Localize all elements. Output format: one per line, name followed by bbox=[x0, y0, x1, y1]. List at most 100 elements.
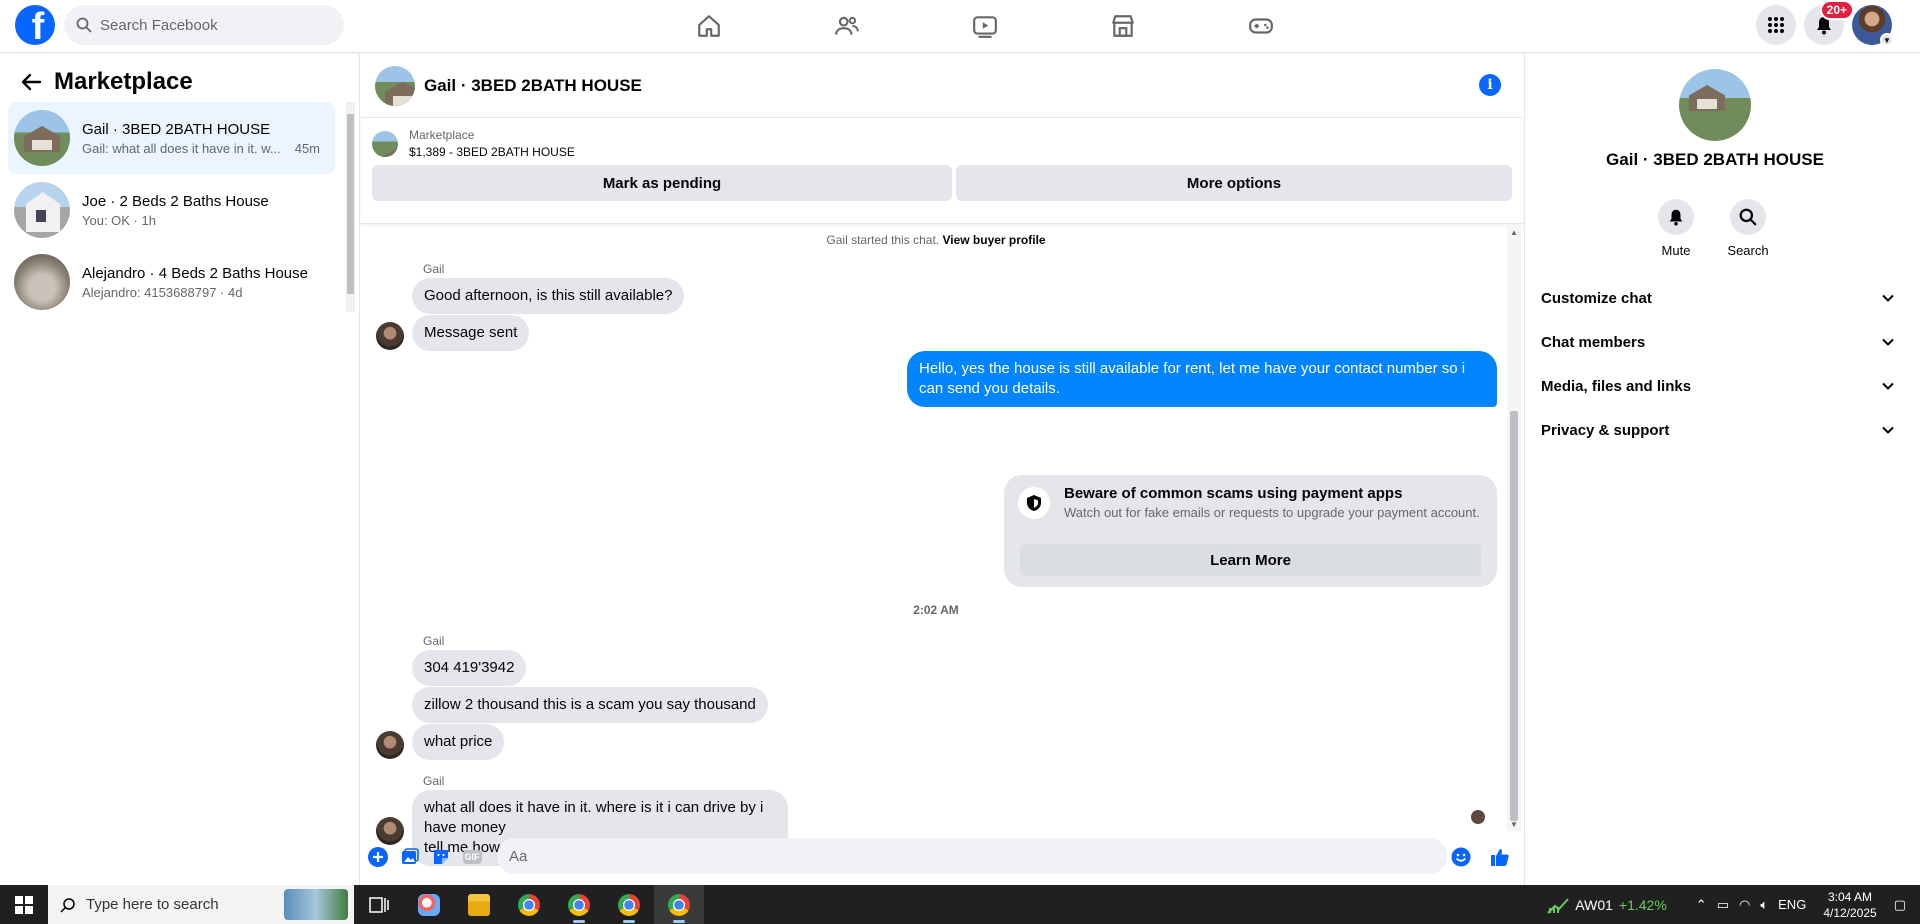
conversation-details-panel: Gail · 3BED 2BATH HOUSE Mute Search Cust… bbox=[1524, 54, 1920, 885]
taskbar-app-chrome-profile-1[interactable] bbox=[554, 885, 604, 924]
chat-members-item[interactable]: Chat members bbox=[1533, 320, 1903, 364]
incoming-message[interactable]: Good afternoon, is this still available? bbox=[412, 278, 685, 314]
message-input-box[interactable] bbox=[497, 838, 1447, 874]
task-view-button[interactable] bbox=[354, 885, 404, 924]
media-files-links-item[interactable]: Media, files and links bbox=[1533, 364, 1903, 408]
search-input[interactable] bbox=[100, 16, 320, 34]
gaming-icon bbox=[1249, 18, 1273, 34]
back-arrow-icon[interactable] bbox=[20, 71, 42, 93]
conversation-name: Joe · 2 Beds 2 Baths House bbox=[82, 192, 269, 210]
conversation-item[interactable]: Gail · 3BED 2BATH HOUSE Gail: what all d… bbox=[8, 102, 335, 174]
mute-button[interactable]: Mute bbox=[1658, 199, 1694, 258]
chat-header: Gail · 3BED 2BATH HOUSE i bbox=[361, 54, 1523, 118]
like-icon[interactable] bbox=[1490, 847, 1510, 867]
clock[interactable]: 3:04 AM 4/12/2025 bbox=[1823, 889, 1876, 921]
marketplace-tab[interactable] bbox=[1054, 0, 1192, 52]
volume-icon[interactable]: 🔈︎ bbox=[1760, 897, 1768, 913]
sender-avatar[interactable] bbox=[376, 322, 404, 350]
marketplace-listing-card: Marketplace $1,389 - 3BED 2BATH HOUSE Ma… bbox=[361, 118, 1523, 224]
privacy-support-item[interactable]: Privacy & support bbox=[1533, 408, 1903, 452]
friends-tab[interactable] bbox=[778, 0, 916, 52]
incoming-message[interactable]: zillow 2 thousand this is a scam you say… bbox=[412, 687, 768, 723]
facebook-search[interactable] bbox=[64, 5, 344, 45]
incoming-message[interactable]: what price bbox=[412, 724, 505, 760]
conversation-item[interactable]: Joe · 2 Beds 2 Baths House You: OK · 1h bbox=[8, 174, 335, 246]
shield-icon bbox=[1018, 487, 1050, 519]
chrome-profile-icon bbox=[568, 893, 590, 916]
notification-center-icon[interactable]: ▢ bbox=[1894, 897, 1906, 913]
marketplace-label: Marketplace bbox=[409, 128, 475, 142]
taskbar-app-chrome[interactable] bbox=[504, 885, 554, 924]
message-composer: GIF bbox=[361, 830, 1523, 882]
paint-app-icon bbox=[418, 893, 440, 916]
mark-as-pending-button[interactable]: Mark as pending bbox=[372, 165, 952, 201]
meet-now-icon[interactable]: ▭ bbox=[1717, 897, 1729, 913]
start-button[interactable] bbox=[0, 885, 48, 924]
menu-button[interactable] bbox=[1756, 5, 1796, 45]
grid-menu-icon bbox=[1768, 17, 1784, 33]
scam-warning-title: Beware of common scams using payment app… bbox=[1064, 485, 1403, 502]
gif-icon[interactable]: GIF bbox=[462, 847, 482, 867]
info-icon[interactable]: i bbox=[1479, 74, 1501, 96]
chevron-down-icon bbox=[1882, 294, 1894, 302]
video-tab[interactable] bbox=[916, 0, 1054, 52]
taskbar-app-chrome-profile-3[interactable] bbox=[654, 885, 704, 924]
read-receipt-avatar bbox=[1471, 810, 1485, 824]
taskbar-app-file-explorer[interactable] bbox=[454, 885, 504, 924]
chat-avatar[interactable] bbox=[375, 65, 415, 106]
task-view-icon bbox=[369, 896, 389, 913]
conversation-preview: Gail: what all does it have in it. w... 4… bbox=[82, 140, 321, 156]
marketplace-icon bbox=[1112, 15, 1134, 37]
wifi-icon[interactable]: ◠ bbox=[1739, 897, 1750, 913]
sender-name: Gail bbox=[423, 634, 445, 648]
outgoing-message[interactable]: Hello, yes the house is still available … bbox=[907, 351, 1497, 407]
chat-scrollbar[interactable]: ▲ ▼ bbox=[1507, 226, 1521, 831]
chat-title[interactable]: Gail · 3BED 2BATH HOUSE bbox=[424, 76, 642, 96]
taskbar-app-chrome-profile-2[interactable] bbox=[604, 885, 654, 924]
stock-widget[interactable]: AW01 +1.42% bbox=[1547, 896, 1667, 914]
profile-avatar[interactable]: ▼ bbox=[1852, 5, 1894, 47]
chevron-down-icon bbox=[1882, 338, 1894, 346]
chevron-down-icon bbox=[1882, 426, 1894, 434]
home-tab[interactable] bbox=[640, 0, 778, 52]
sticker-icon[interactable] bbox=[431, 847, 451, 867]
view-buyer-profile-link[interactable]: View buyer profile bbox=[942, 233, 1045, 247]
emoji-icon[interactable] bbox=[1451, 847, 1471, 867]
taskbar-search[interactable] bbox=[48, 885, 354, 924]
sidebar-scrollbar[interactable] bbox=[346, 102, 355, 312]
taskbar-app-paint[interactable] bbox=[404, 885, 454, 924]
chevron-down-icon: ▼ bbox=[1880, 33, 1894, 47]
customize-chat-item[interactable]: Customize chat bbox=[1533, 276, 1903, 320]
more-options-button[interactable]: More options bbox=[956, 165, 1512, 201]
notifications-button[interactable]: 20+ bbox=[1804, 0, 1854, 45]
chevron-up-icon[interactable]: ⌃ bbox=[1696, 897, 1707, 913]
gaming-tab[interactable] bbox=[1192, 0, 1330, 52]
windows-logo-icon bbox=[15, 895, 33, 914]
incoming-message[interactable]: Message sent bbox=[412, 315, 530, 351]
conversation-avatar[interactable] bbox=[1679, 69, 1751, 141]
facebook-logo[interactable]: f bbox=[15, 5, 55, 45]
sender-avatar[interactable] bbox=[376, 731, 404, 759]
chat-started-notice: Gail started this chat. View buyer profi… bbox=[826, 233, 1046, 247]
search-in-chat-button[interactable]: Search bbox=[1727, 199, 1769, 258]
conversation-item[interactable]: Alejandro · 4 Beds 2 Baths House Alejand… bbox=[8, 246, 335, 318]
search-icon bbox=[1739, 208, 1757, 226]
listing-thumbnail[interactable] bbox=[372, 130, 398, 157]
folder-icon bbox=[468, 893, 490, 916]
conversation-name: Gail · 3BED 2BATH HOUSE bbox=[82, 120, 271, 138]
chrome-profile-icon bbox=[668, 893, 690, 916]
taskbar-search-input[interactable] bbox=[86, 896, 256, 913]
message-input[interactable] bbox=[509, 847, 1389, 865]
listing-price-title[interactable]: $1,389 - 3BED 2BATH HOUSE bbox=[409, 145, 575, 159]
learn-more-button[interactable]: Learn More bbox=[1020, 544, 1481, 576]
incoming-message[interactable]: 304 419'3942 bbox=[412, 650, 527, 686]
stock-name: AW01 bbox=[1575, 896, 1613, 913]
chevron-down-icon bbox=[1882, 382, 1894, 390]
language-indicator[interactable]: ENG bbox=[1778, 897, 1806, 912]
search-label: Search bbox=[1727, 243, 1769, 258]
sidebar-header: Marketplace bbox=[0, 54, 359, 100]
listing-thumbnail bbox=[14, 182, 70, 238]
plus-icon[interactable] bbox=[368, 847, 388, 867]
friends-icon bbox=[835, 16, 859, 35]
photo-icon[interactable] bbox=[400, 847, 420, 867]
